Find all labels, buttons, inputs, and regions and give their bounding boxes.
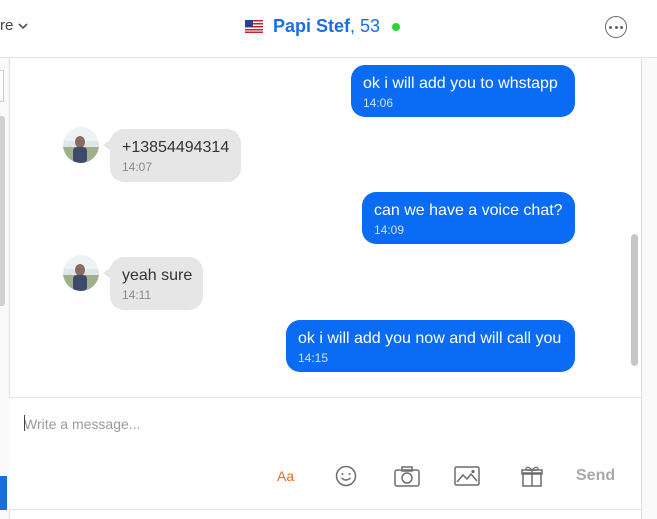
contact-age: , 53 bbox=[350, 16, 381, 36]
gift-icon[interactable] bbox=[521, 464, 543, 488]
message-text: ok i will add you now and will call you bbox=[298, 330, 562, 347]
message-outgoing: ok i will add you to whstapp 14:06 bbox=[351, 65, 575, 117]
left-panel-field[interactable] bbox=[0, 70, 4, 102]
us-flag-icon bbox=[245, 20, 263, 33]
image-icon[interactable] bbox=[454, 464, 480, 488]
avatar[interactable] bbox=[63, 255, 99, 291]
message-text: can we have a voice chat? bbox=[374, 202, 563, 219]
message-time: 14:09 bbox=[374, 223, 405, 237]
message-time: 14:07 bbox=[122, 160, 153, 174]
more-options-icon[interactable] bbox=[605, 16, 627, 38]
camera-icon[interactable] bbox=[394, 464, 420, 488]
emoji-icon[interactable] bbox=[335, 464, 357, 488]
message-time: 14:06 bbox=[363, 96, 394, 110]
chat-title[interactable]: Papi Stef , 53 bbox=[245, 16, 401, 37]
send-button[interactable]: Send bbox=[576, 464, 615, 488]
message-incoming: yeah sure 14:11 bbox=[103, 257, 203, 310]
avatar[interactable] bbox=[63, 127, 99, 163]
message-outgoing: ok i will add you now and will call you … bbox=[286, 320, 575, 372]
message-input[interactable] bbox=[24, 412, 624, 436]
online-status-dot bbox=[392, 22, 401, 31]
message-composer: Aa Send bbox=[9, 397, 641, 510]
send-label: Send bbox=[576, 467, 616, 484]
right-panel-edge bbox=[641, 58, 657, 519]
message-text: ok i will add you to whstapp bbox=[363, 75, 558, 92]
message-scrollbar[interactable] bbox=[631, 234, 638, 366]
left-menu-dropdown[interactable]: re bbox=[0, 17, 29, 34]
left-panel-scrollbar[interactable] bbox=[0, 116, 5, 306]
contact-name[interactable]: Papi Stef bbox=[273, 16, 350, 37]
message-text: +13854494314 bbox=[122, 139, 230, 156]
message-incoming: +13854494314 14:07 bbox=[103, 129, 241, 182]
left-panel-button[interactable] bbox=[0, 476, 7, 510]
left-menu-label: re bbox=[0, 17, 14, 34]
composer-bottom-border bbox=[9, 509, 641, 510]
font-style-button[interactable]: Aa bbox=[277, 464, 294, 488]
message-time: 14:11 bbox=[122, 288, 152, 302]
text-cursor bbox=[24, 415, 25, 431]
message-text: yeah sure bbox=[122, 267, 193, 284]
chat-header: re Papi Stef , 53 bbox=[0, 0, 657, 58]
chevron-down-icon bbox=[18, 22, 28, 29]
message-list: ok i will add you to whstapp 14:06 +1385… bbox=[9, 58, 641, 396]
message-time: 14:15 bbox=[298, 351, 329, 365]
font-style-label: Aa bbox=[277, 468, 295, 484]
message-outgoing: can we have a voice chat? 14:09 bbox=[362, 192, 575, 244]
